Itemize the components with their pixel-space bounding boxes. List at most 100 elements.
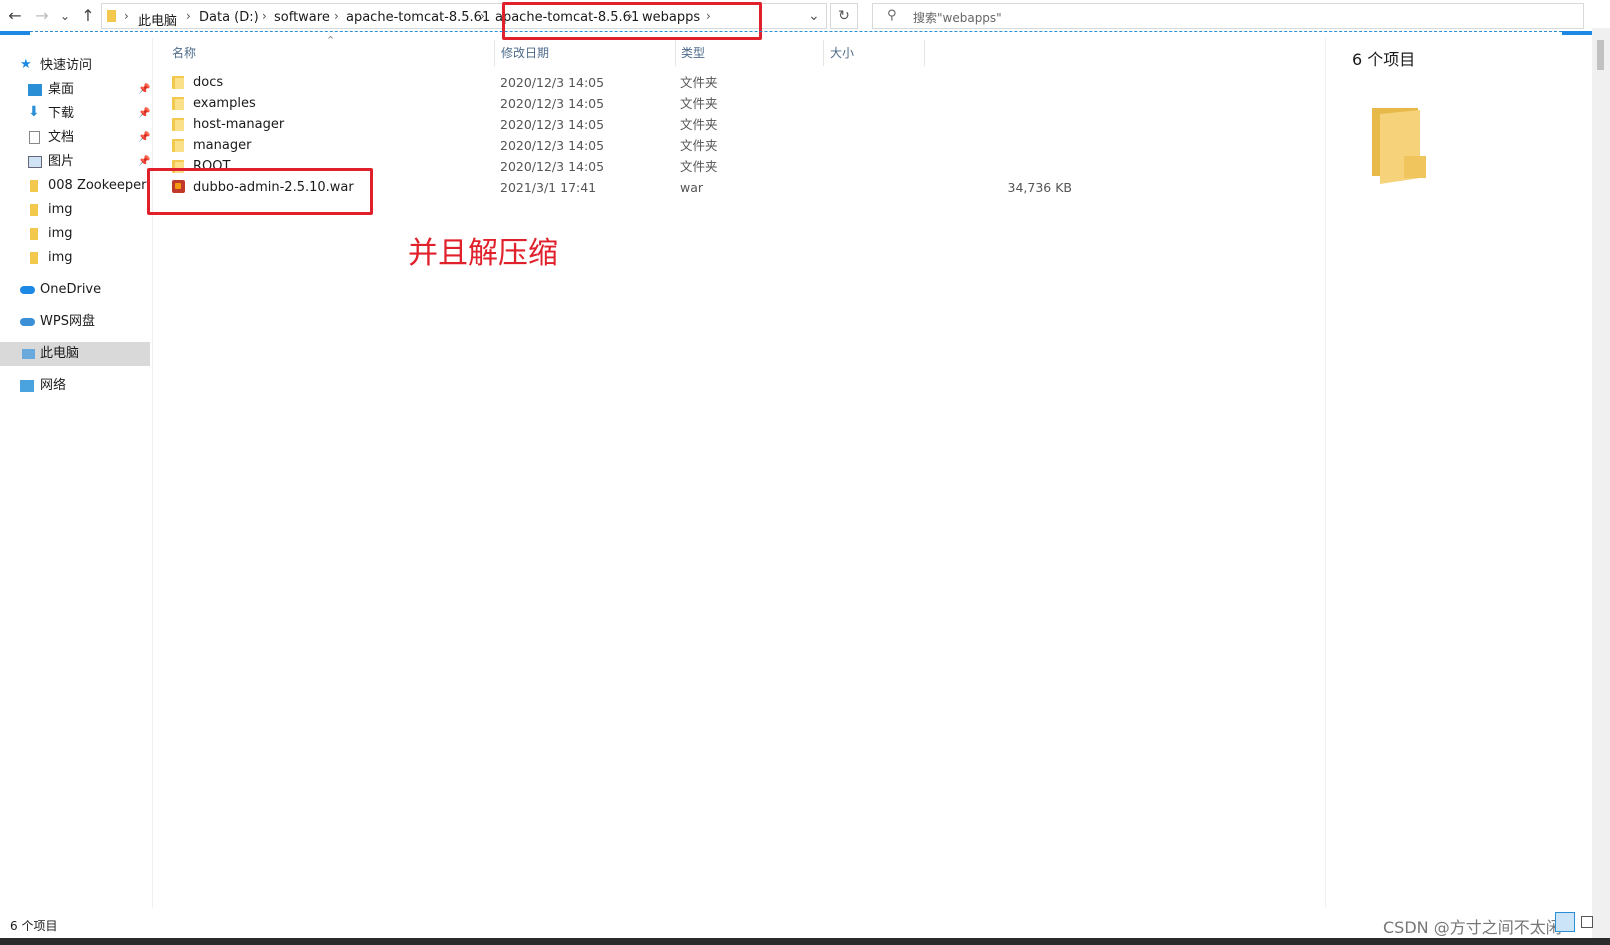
nav-item-wps[interactable]: WPS网盘: [0, 310, 150, 334]
nav-label: 网络: [40, 378, 67, 393]
status-item-count: 6 个项目: [10, 919, 58, 933]
nav-item-desktop[interactable]: 桌面 📌: [0, 78, 150, 102]
nav-label: 下载: [48, 106, 75, 121]
nav-label: img: [48, 250, 73, 265]
column-separator[interactable]: [924, 40, 925, 66]
column-header-type[interactable]: 类型: [681, 44, 705, 61]
nav-label: OneDrive: [40, 282, 102, 297]
nav-label: img: [48, 226, 73, 241]
watermark: CSDN @方寸之间不太闲: [1383, 918, 1562, 937]
file-date: 2020/12/3 14:05: [500, 117, 605, 132]
file-type: 文件夹: [680, 159, 718, 174]
search-icon: ⚲: [887, 8, 897, 23]
nav-label: 图片: [48, 154, 75, 169]
nav-item-documents[interactable]: 文档 📌: [0, 126, 150, 150]
nav-item-thispc[interactable]: 此电脑: [0, 342, 150, 366]
file-name: docs: [193, 75, 224, 90]
folder-icon: [30, 204, 38, 216]
nav-item-network[interactable]: 网络: [0, 374, 150, 398]
forward-button[interactable]: →: [32, 4, 52, 28]
nav-item-folder[interactable]: img: [0, 198, 150, 222]
file-row[interactable]: manager 2020/12/3 14:05 文件夹: [152, 135, 922, 156]
nav-label: 此电脑: [40, 346, 80, 361]
computer-icon: [22, 349, 35, 359]
vertical-scrollbar[interactable]: [1592, 28, 1610, 938]
scrollbar-thumb[interactable]: [1597, 40, 1604, 70]
highlight-box-file: [147, 168, 373, 215]
nav-item-downloads[interactable]: ⬇ 下载 📌: [0, 102, 150, 126]
folder-icon: [172, 118, 184, 131]
back-button[interactable]: ←: [5, 4, 25, 28]
column-separator[interactable]: [494, 40, 495, 66]
nav-label: 桌面: [48, 82, 75, 97]
file-type: 文件夹: [680, 75, 718, 90]
file-row[interactable]: docs 2020/12/3 14:05 文件夹: [152, 72, 922, 93]
grid-icon: [1581, 916, 1593, 928]
folder-icon: [172, 97, 184, 110]
file-date: 2020/12/3 14:05: [500, 159, 605, 174]
star-icon: ★: [20, 57, 32, 72]
chevron-right-icon: ›: [480, 9, 485, 23]
sort-ascending-icon: ⌃: [326, 34, 336, 47]
file-type: 文件夹: [680, 138, 718, 153]
pin-icon[interactable]: 📌: [138, 78, 150, 102]
folder-icon: [172, 139, 184, 152]
file-size: 34,736 KB: [1007, 180, 1072, 195]
nav-item-pictures[interactable]: 图片 📌: [0, 150, 150, 174]
cloud-icon: [20, 318, 35, 326]
nav-item-folder[interactable]: img: [0, 246, 150, 270]
up-button[interactable]: ↑: [78, 4, 98, 28]
file-date: 2020/12/3 14:05: [500, 75, 605, 90]
file-name: host-manager: [193, 117, 285, 132]
nav-label: 008 Zookeeper: [48, 178, 147, 193]
folder-icon: [30, 180, 38, 192]
annotation-text: 并且解压缩: [408, 236, 558, 271]
divider: [1325, 38, 1326, 908]
file-type: 文件夹: [680, 96, 718, 111]
download-icon: ⬇: [28, 104, 40, 120]
breadcrumb-item[interactable]: apache-tomcat-8.5.61: [346, 10, 490, 25]
nav-item-onedrive[interactable]: OneDrive: [0, 278, 150, 302]
file-row[interactable]: host-manager 2020/12/3 14:05 文件夹: [152, 114, 922, 135]
nav-label: img: [48, 202, 73, 217]
accent-bar: [0, 31, 30, 35]
folder-icon: [30, 252, 38, 264]
recent-locations-button[interactable]: ⌄: [58, 4, 72, 28]
large-icons-view-button[interactable]: [1577, 912, 1597, 932]
document-icon: [29, 131, 40, 144]
pin-icon[interactable]: 📌: [138, 126, 150, 150]
chevron-right-icon: ›: [262, 9, 267, 23]
file-name: examples: [193, 96, 256, 111]
breadcrumb-item[interactable]: Data (D:): [199, 10, 259, 25]
window-bottom-border: [0, 938, 1610, 945]
file-type: 文件夹: [680, 117, 718, 132]
address-toolbar: ← → ⌄ ↑ › 此电脑 › Data (D:) › software › a…: [0, 0, 1610, 40]
preview-item-count: 6 个项目: [1352, 50, 1416, 69]
column-header-date[interactable]: 修改日期: [501, 44, 549, 61]
navigation-pane: ★ 快速访问 桌面 📌 ⬇ 下载 📌 文档 📌 图片 📌 008 Zookeep…: [0, 38, 152, 908]
search-input[interactable]: ⚲ 搜索"webapps": [872, 3, 1584, 29]
file-row[interactable]: examples 2020/12/3 14:05 文件夹: [152, 93, 922, 114]
refresh-button[interactable]: ↻: [830, 3, 858, 29]
accent-bar: [1562, 31, 1592, 35]
picture-icon: [28, 156, 42, 168]
column-separator[interactable]: [675, 40, 676, 66]
highlight-box-path: [502, 2, 762, 40]
nav-item-folder[interactable]: 008 Zookeeper: [0, 174, 150, 198]
column-header-size[interactable]: 大小: [830, 44, 854, 61]
file-name: manager: [193, 138, 252, 153]
address-dropdown-icon[interactable]: ⌄: [808, 8, 820, 24]
cloud-icon: [20, 286, 35, 294]
column-header-name[interactable]: 名称: [172, 44, 196, 61]
file-date: 2021/3/1 17:41: [500, 180, 597, 195]
pin-icon[interactable]: 📌: [138, 102, 150, 126]
nav-item-quick-access[interactable]: ★ 快速访问: [0, 54, 150, 78]
nav-label: 文档: [48, 130, 75, 145]
breadcrumb-item[interactable]: 此电脑: [138, 10, 177, 29]
nav-item-folder[interactable]: img: [0, 222, 150, 246]
network-icon: [20, 380, 34, 392]
details-view-button[interactable]: [1555, 912, 1575, 932]
column-separator[interactable]: [823, 40, 824, 66]
folder-icon: [107, 10, 116, 22]
breadcrumb-item[interactable]: software: [274, 10, 330, 25]
